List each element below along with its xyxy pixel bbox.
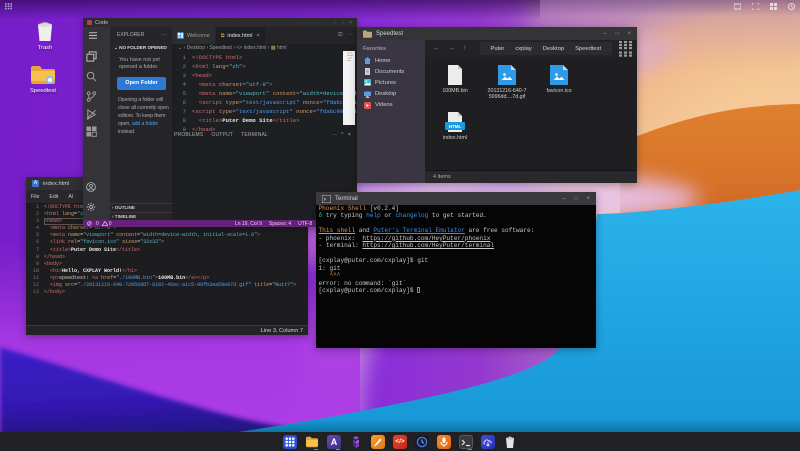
svg-text:HTML: HTML [449,124,462,129]
